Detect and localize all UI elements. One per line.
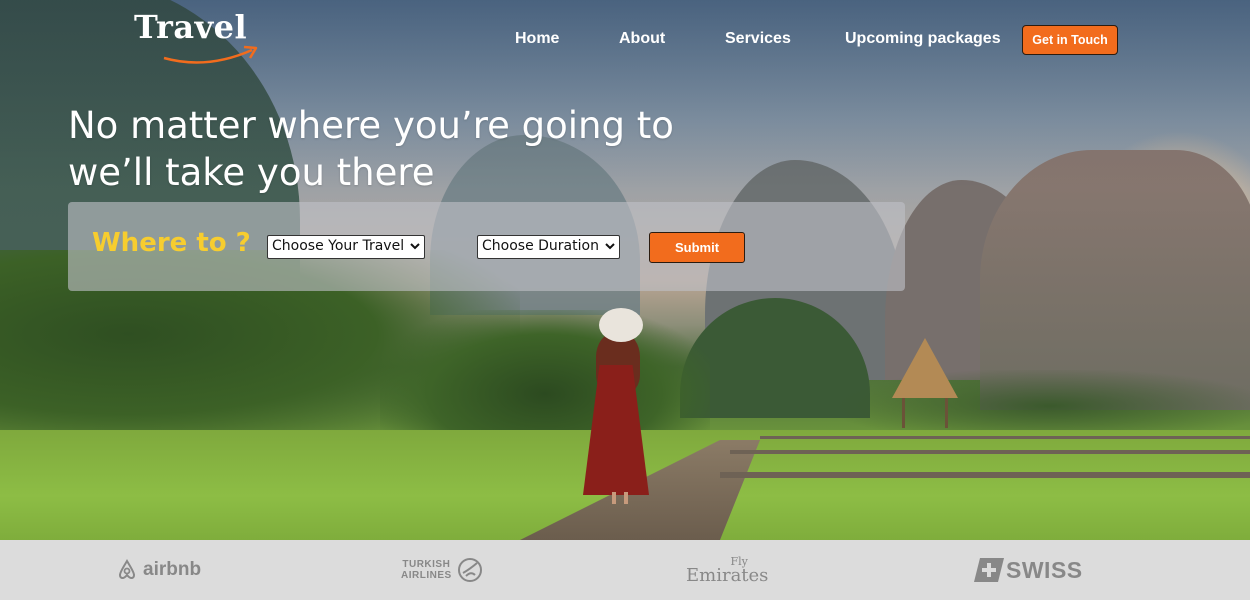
nav-home[interactable]: Home — [515, 30, 559, 48]
partner-logos-strip: airbnb TURKISH AIRLINES Fly Emirates SWI… — [0, 540, 1250, 600]
nav-services[interactable]: Services — [725, 30, 791, 48]
duration-select[interactable]: Choose Duration — [477, 235, 620, 259]
nav-upcoming-packages[interactable]: Upcoming packages — [845, 30, 1001, 48]
where-to-title: Where to ? — [92, 228, 251, 258]
get-in-touch-button[interactable]: Get in Touch — [1022, 25, 1118, 55]
airbnb-logo: airbnb — [115, 540, 201, 600]
airbnb-wordmark: airbnb — [143, 559, 202, 580]
travel-select-value: Choose Your Travel — [272, 238, 405, 254]
turkish-line-1: TURKISH — [402, 559, 451, 570]
turkish-line-2: AIRLINES — [401, 570, 452, 581]
fly-emirates-logo: Fly Emirates — [686, 540, 768, 600]
travel-select[interactable]: Choose Your Travel — [267, 235, 425, 259]
emirates-wordmark: Emirates — [686, 564, 769, 586]
hero-headline: No matter where you’re going to we’ll ta… — [68, 102, 674, 196]
turkish-airlines-icon — [457, 558, 482, 582]
chevron-down-icon — [410, 243, 420, 250]
airbnb-icon — [118, 559, 136, 579]
headline-line-2: we’ll take you there — [68, 151, 435, 194]
swiss-wordmark: SWISS — [1006, 556, 1083, 583]
swiss-cross-icon — [974, 558, 1004, 582]
headline-line-1: No matter where you’re going to — [68, 104, 674, 147]
submit-button[interactable]: Submit — [649, 232, 745, 263]
turkish-airlines-logo: TURKISH AIRLINES — [401, 540, 483, 600]
chevron-down-icon — [605, 243, 615, 250]
nav-about[interactable]: About — [619, 30, 665, 48]
turkish-airlines-wordmark: TURKISH AIRLINES — [401, 559, 452, 581]
search-card: Where to ? Choose Your Travel Choose Dur… — [68, 202, 905, 291]
swiss-logo: SWISS — [974, 540, 1083, 600]
duration-select-value: Choose Duration — [482, 238, 599, 254]
